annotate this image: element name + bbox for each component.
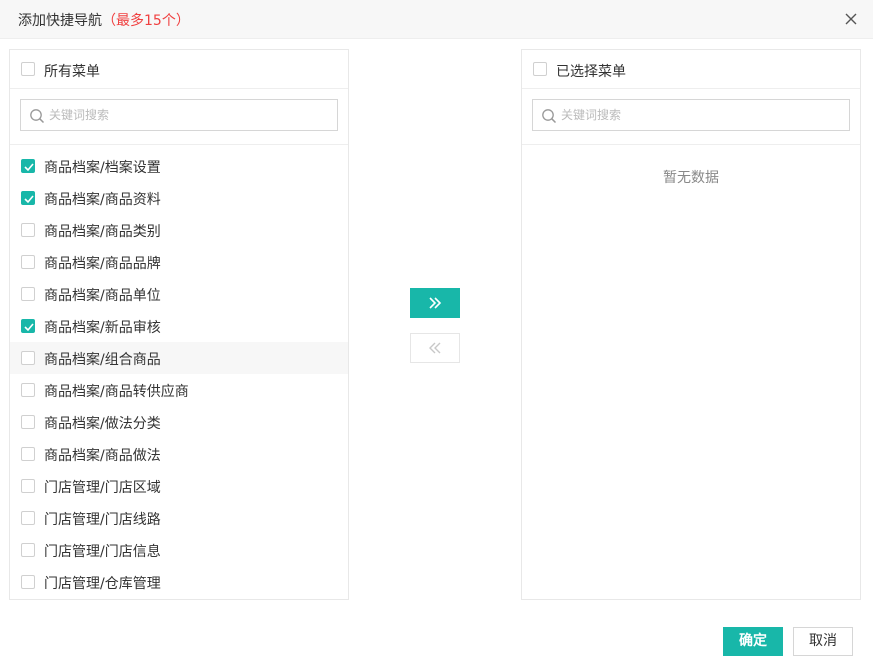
list-item[interactable]: 商品档案/商品单位 (10, 278, 348, 310)
checkbox[interactable] (21, 223, 35, 237)
list-item-label: 门店管理/门店区域 (44, 480, 161, 496)
empty-state-text: 暂无数据 (663, 170, 719, 186)
list-item[interactable]: 商品档案/商品类别 (10, 214, 348, 246)
list-item[interactable]: 商品档案/商品做法 (10, 438, 348, 470)
list-item[interactable]: 商品档案/商品转供应商 (10, 374, 348, 406)
checkbox[interactable] (21, 511, 35, 525)
list-item[interactable]: 商品档案/商品资料 (10, 182, 348, 214)
add-shortcut-dialog: 添加快捷导航（最多15个） 所有菜单 商品档案/档案设置商品档案/商品资料商品档… (0, 0, 873, 666)
dialog-header: 添加快捷导航（最多15个） (0, 0, 873, 39)
all-menus-label: 所有菜单 (44, 64, 100, 80)
checkbox[interactable] (21, 415, 35, 429)
left-search-input[interactable] (49, 106, 329, 124)
double-chevron-left-icon (429, 342, 441, 354)
list-item[interactable]: 门店管理/仓库管理 (10, 566, 348, 598)
list-item-label: 商品档案/商品资料 (44, 192, 161, 208)
checkbox[interactable] (21, 479, 35, 493)
list-item[interactable]: 门店管理/门店信息 (10, 534, 348, 566)
checkbox-checked[interactable] (21, 159, 35, 173)
list-item[interactable]: 商品档案/新品审核 (10, 310, 348, 342)
list-item-label: 商品档案/商品转供应商 (44, 384, 189, 400)
left-search-box[interactable] (20, 99, 338, 131)
right-search-box[interactable] (532, 99, 850, 131)
checkbox[interactable] (21, 351, 35, 365)
list-item[interactable]: 门店管理/门店区域 (10, 470, 348, 502)
selected-menus-label: 已选择菜单 (556, 64, 626, 80)
select-all-selected-checkbox[interactable] (533, 62, 547, 76)
list-item[interactable]: 商品档案/组合商品 (10, 342, 348, 374)
checkbox[interactable] (21, 543, 35, 557)
selected-menus-panel: 已选择菜单 暂无数据 (521, 49, 861, 600)
selected-menus-header: 已选择菜单 (522, 50, 860, 89)
close-icon[interactable] (841, 9, 861, 29)
checkbox[interactable] (21, 447, 35, 461)
list-item-label: 门店管理/门店线路 (44, 512, 161, 528)
list-item[interactable]: 商品档案/档案设置 (10, 150, 348, 182)
dialog-title-text: 添加快捷导航 (18, 13, 102, 29)
list-item[interactable]: 商品档案/做法分类 (10, 406, 348, 438)
left-search-area (10, 89, 348, 145)
list-item-label: 商品档案/商品单位 (44, 288, 161, 304)
all-menus-header: 所有菜单 (10, 50, 348, 89)
checkbox[interactable] (21, 287, 35, 301)
checkbox[interactable] (21, 383, 35, 397)
list-item-label: 商品档案/档案设置 (44, 160, 161, 176)
checkbox-checked[interactable] (21, 191, 35, 205)
check-icon (24, 323, 34, 332)
list-item[interactable]: 商品档案/商品品牌 (10, 246, 348, 278)
right-search-input[interactable] (561, 106, 841, 124)
list-item-label: 商品档案/商品品牌 (44, 256, 161, 272)
move-right-button[interactable] (410, 288, 460, 318)
list-item-label: 商品档案/做法分类 (44, 416, 161, 432)
list-item-label: 商品档案/商品做法 (44, 448, 161, 464)
all-menus-panel: 所有菜单 商品档案/档案设置商品档案/商品资料商品档案/商品类别商品档案/商品品… (9, 49, 349, 600)
search-icon (30, 109, 45, 124)
dialog-title-note: （最多15个） (102, 13, 190, 29)
list-item[interactable]: 门店管理/门店线路 (10, 502, 348, 534)
list-item-label: 门店管理/门店信息 (44, 544, 161, 560)
search-icon (542, 109, 557, 124)
check-icon (24, 163, 34, 172)
all-menus-list: 商品档案/档案设置 商品档案/商品资料 商品档案/商品类别 商品档案/商品品牌 商品档案… (10, 145, 348, 598)
select-all-checkbox[interactable] (21, 62, 35, 76)
confirm-button[interactable]: 确定 (723, 627, 783, 656)
checkbox[interactable] (21, 255, 35, 269)
checkbox-checked[interactable] (21, 319, 35, 333)
list-item-label: 商品档案/商品类别 (44, 224, 161, 240)
checkbox[interactable] (21, 575, 35, 589)
right-search-area (522, 89, 860, 145)
list-item-label: 商品档案/组合商品 (44, 352, 161, 368)
dialog-title: 添加快捷导航（最多15个） (18, 10, 190, 30)
list-item-label: 商品档案/新品审核 (44, 320, 161, 336)
move-left-button[interactable] (410, 333, 460, 363)
double-chevron-right-icon (429, 297, 442, 309)
cancel-button[interactable]: 取消 (793, 627, 853, 656)
list-item-label: 门店管理/仓库管理 (44, 576, 161, 592)
check-icon (24, 195, 34, 204)
